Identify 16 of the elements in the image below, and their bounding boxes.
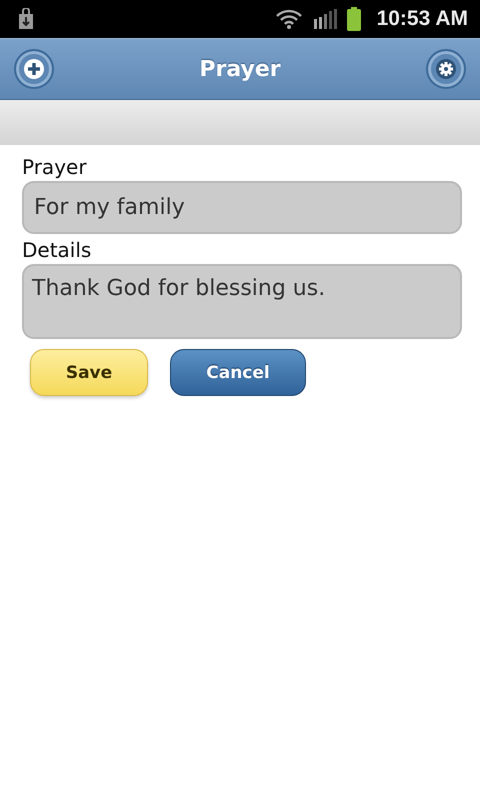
add-button[interactable] <box>14 49 54 89</box>
page-title: Prayer <box>199 56 281 82</box>
details-field[interactable]: Thank God for blessing us. <box>22 264 462 339</box>
settings-button[interactable] <box>426 49 466 89</box>
signal-icon <box>312 9 337 29</box>
field-label: Details <box>22 237 92 264</box>
clock-time: 10:53 AM <box>376 7 468 31</box>
field-label: Prayer <box>22 154 87 181</box>
prayer-field[interactable]: For my family <box>22 181 462 234</box>
download-icon <box>16 8 36 30</box>
settings-icon <box>436 59 456 79</box>
plus-icon <box>24 59 44 79</box>
battery-icon <box>346 7 361 31</box>
cancel-button[interactable]: Cancel <box>170 349 306 396</box>
wifi-icon <box>274 8 303 30</box>
save-button[interactable]: Save <box>30 349 148 396</box>
